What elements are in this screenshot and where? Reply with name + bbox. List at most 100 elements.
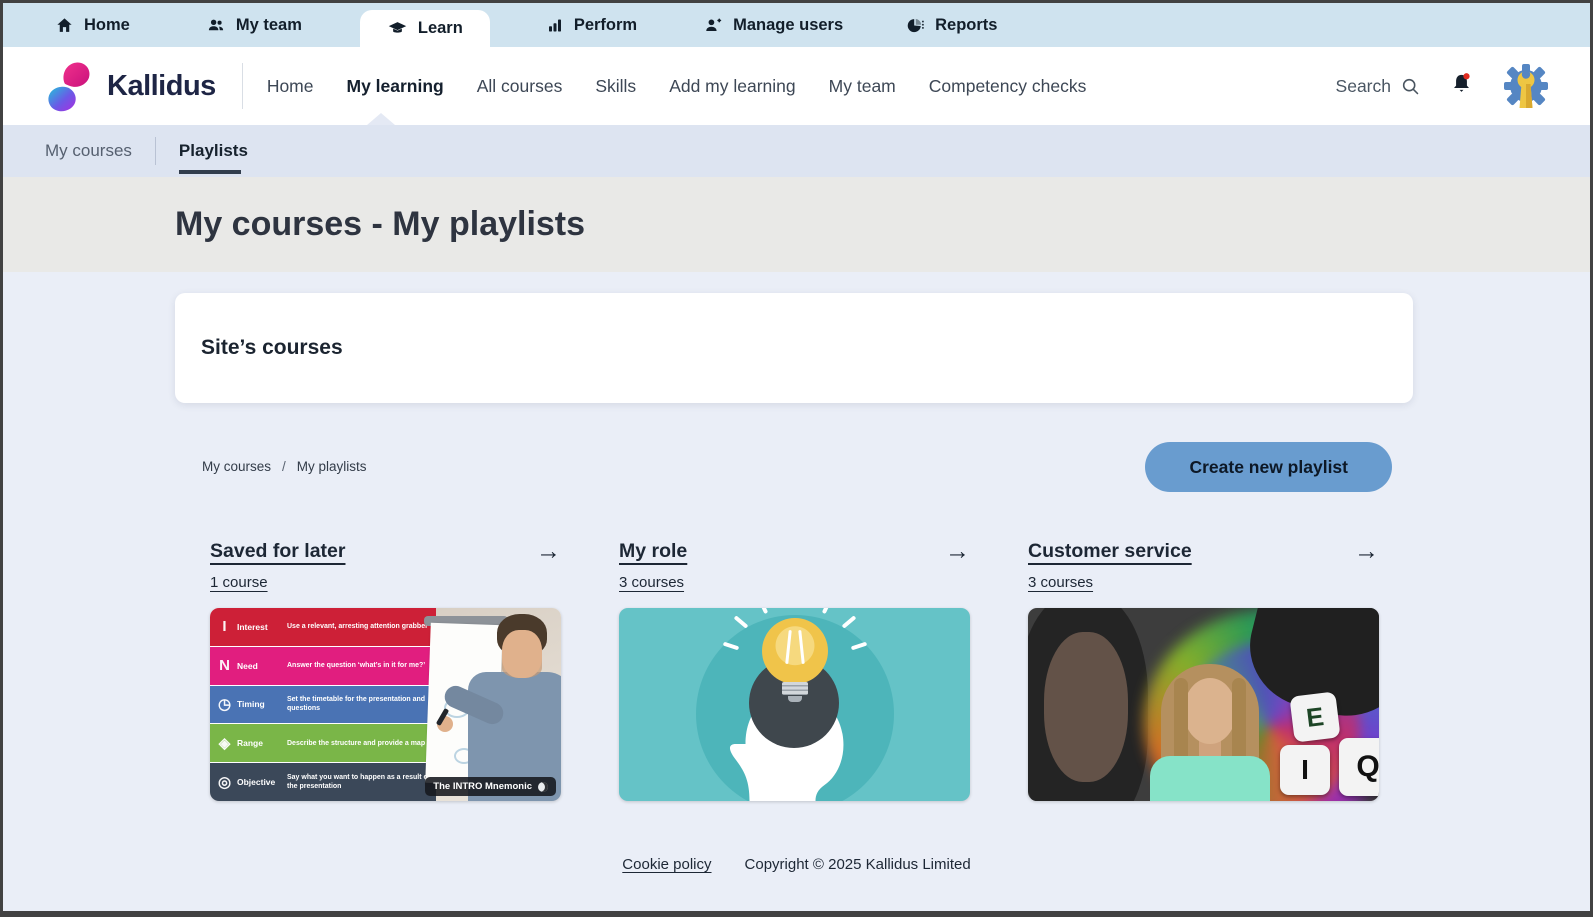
intro-row-label: Range xyxy=(237,738,263,749)
cookie-policy-link[interactable]: Cookie policy xyxy=(622,856,711,873)
brand-wordmark: Kallidus xyxy=(107,69,216,102)
app-tab-learn-label: Learn xyxy=(417,19,463,37)
breadcrumb-separator: / xyxy=(282,459,286,474)
page-title: My courses - My playlists xyxy=(175,205,586,243)
sites-courses-title: Site’s courses xyxy=(201,336,343,359)
app-tab-manage-users[interactable]: Manage users xyxy=(703,3,843,47)
app-window: Home My team Learn Perform Manage users … xyxy=(0,0,1593,917)
bell-icon xyxy=(1454,72,1470,92)
gear-wrench-avatar-icon xyxy=(1504,64,1548,108)
main-content: Site’s courses My courses / My playlists… xyxy=(3,272,1590,873)
app-tab-home-label: Home xyxy=(84,15,130,34)
search-button[interactable]: Search xyxy=(1336,76,1421,97)
intro-row-timing: ◷ Timing Set the timetable for the prese… xyxy=(210,685,436,724)
intro-row-label: Objective xyxy=(237,777,276,788)
playlist-thumbnail-saved-for-later[interactable]: I Interest Use a relevant, arresting att… xyxy=(210,608,561,801)
breadcrumb: My courses / My playlists xyxy=(202,459,367,474)
sites-courses-card: Site’s courses xyxy=(175,293,1413,403)
page-footer: Cookie policy Copyright © 2025 Kallidus … xyxy=(3,856,1590,873)
nav-all-courses[interactable]: All courses xyxy=(477,76,563,97)
nav-home[interactable]: Home xyxy=(267,76,314,97)
user-avatar[interactable] xyxy=(1502,62,1550,110)
playlist-count-customer-service[interactable]: 3 courses xyxy=(1028,574,1093,591)
course-title-badge-label: The INTRO Mnemonic xyxy=(433,781,532,792)
active-nav-caret xyxy=(367,113,395,125)
timing-clock-icon: ◷ xyxy=(217,696,232,714)
graduation-cap-icon xyxy=(388,22,407,33)
nav-add-my-learning[interactable]: Add my learning xyxy=(669,76,795,97)
intro-mnemonic-list: I Interest Use a relevant, arresting att… xyxy=(210,608,436,801)
intro-row-desc: Use a relevant, arresting attention grab… xyxy=(287,623,428,631)
intro-row-desc: Say what you want to happen as a result … xyxy=(287,773,431,791)
subnav-divider xyxy=(154,137,156,165)
app-tab-reports-label: Reports xyxy=(935,15,998,34)
course-duration-icon xyxy=(538,781,548,792)
intro-row-label: Interest xyxy=(237,621,268,632)
kallidus-logo-icon xyxy=(48,62,90,112)
playlist-card-my-role: My role → 3 courses xyxy=(619,539,970,801)
intro-row-desc: Answer the question ‘what’s in it for me… xyxy=(287,662,426,670)
playlist-title-saved-for-later[interactable]: Saved for later xyxy=(210,540,345,563)
nav-my-learning[interactable]: My learning xyxy=(347,76,444,97)
range-map-icon: ◈ xyxy=(218,735,231,753)
playlist-title-customer-service[interactable]: Customer service xyxy=(1028,540,1192,563)
app-tab-reports[interactable]: Reports xyxy=(905,3,997,47)
people-icon xyxy=(208,19,223,30)
playlist-card-customer-service: Customer service → 3 courses E I Q xyxy=(1028,539,1379,801)
site-header: Kallidus Home My learning All courses Sk… xyxy=(3,47,1590,125)
nav-skills[interactable]: Skills xyxy=(595,76,636,97)
open-playlist-arrow-icon[interactable]: → xyxy=(1354,539,1379,564)
intro-row-label: Need xyxy=(237,660,258,671)
breadcrumb-my-courses[interactable]: My courses xyxy=(202,459,271,474)
intro-row-interest: I Interest Use a relevant, arresting att… xyxy=(210,608,436,646)
app-top-bar: Home My team Learn Perform Manage users … xyxy=(3,3,1590,47)
objective-target-icon: ◎ xyxy=(217,774,232,792)
notifications-button[interactable] xyxy=(1449,71,1474,102)
app-tab-manage-users-label: Manage users xyxy=(733,15,844,34)
pie-chart-icon xyxy=(907,18,924,32)
intro-row-objective: ◎ Objective Say what you want to happen … xyxy=(210,763,436,801)
app-tab-perform-label: Perform xyxy=(573,15,638,34)
intro-row-need: N Need Answer the question ‘what’s in it… xyxy=(210,646,436,685)
header-divider xyxy=(241,63,243,109)
open-playlist-arrow-icon[interactable]: → xyxy=(945,539,970,564)
app-tab-perform[interactable]: Perform xyxy=(546,3,637,47)
nav-competency-checks[interactable]: Competency checks xyxy=(929,76,1087,97)
app-tab-my-team[interactable]: My team xyxy=(206,3,302,47)
open-playlist-arrow-icon[interactable]: → xyxy=(536,539,561,564)
bar-chart-icon xyxy=(548,19,561,31)
app-tab-learn[interactable]: Learn xyxy=(359,10,490,47)
eq-die-i: I xyxy=(1280,745,1330,795)
app-tab-home[interactable]: Home xyxy=(55,3,130,47)
subnav-playlists-label: Playlists xyxy=(178,141,248,160)
search-label: Search xyxy=(1335,75,1391,96)
lightbulb-icon xyxy=(761,618,828,684)
learn-sub-nav: My courses Playlists xyxy=(3,113,1590,177)
playlist-count-my-role[interactable]: 3 courses xyxy=(619,574,684,591)
playlist-title-my-role[interactable]: My role xyxy=(619,540,687,563)
playlist-thumbnail-my-role[interactable] xyxy=(619,608,970,801)
playlist-card-saved-for-later: Saved for later → 1 course I Interest Us… xyxy=(210,539,561,801)
notification-dot xyxy=(1463,72,1470,79)
interest-letter-icon: I xyxy=(222,618,227,636)
eq-die-e: E xyxy=(1289,691,1341,743)
create-new-playlist-button[interactable]: Create new playlist xyxy=(1145,442,1392,492)
playlists-grid: Saved for later → 1 course I Interest Us… xyxy=(210,539,1590,801)
breadcrumb-my-playlists[interactable]: My playlists xyxy=(297,459,367,474)
playlist-thumbnail-customer-service[interactable]: E I Q xyxy=(1028,608,1379,801)
intro-row-range: ◈ Range Describe the structure and provi… xyxy=(210,724,436,763)
playlists-toolbar: My courses / My playlists Create new pla… xyxy=(175,442,1413,492)
kallidus-logo[interactable]: Kallidus xyxy=(43,57,216,115)
presenter-photo-illustration xyxy=(424,608,561,801)
subnav-playlists[interactable]: Playlists xyxy=(178,141,248,174)
subnav-my-courses[interactable]: My courses xyxy=(45,141,132,161)
playlist-count-saved-for-later[interactable]: 1 course xyxy=(210,574,268,591)
nav-my-team[interactable]: My team xyxy=(829,76,896,97)
home-icon xyxy=(57,17,72,32)
person-add-icon xyxy=(706,17,722,31)
course-title-badge: The INTRO Mnemonic xyxy=(425,777,556,796)
page-title-band: My courses - My playlists xyxy=(3,177,1590,272)
app-tab-my-team-label: My team xyxy=(235,15,302,34)
copyright-text: Copyright © 2025 Kallidus Limited xyxy=(744,856,971,873)
need-letter-icon: N xyxy=(219,657,230,675)
